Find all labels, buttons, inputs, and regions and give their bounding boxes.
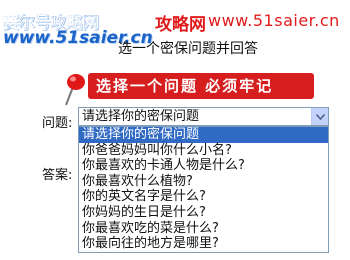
dropdown-option[interactable]: 你的英文名字是什么? xyxy=(79,189,328,205)
page-title: 选一个密保问题并回答 xyxy=(118,41,258,57)
dropdown-option[interactable]: 你妈妈的生日是什么? xyxy=(79,205,328,221)
site-name: 攻略网 xyxy=(155,15,206,35)
dropdown-option[interactable]: 你最向往的地方是哪里? xyxy=(79,236,328,252)
site-url: www.51saier.cn xyxy=(208,11,340,30)
chevron-down-icon[interactable] xyxy=(311,108,328,125)
callout-banner: 选择一个问题 必须牢记 xyxy=(88,73,314,99)
question-label: 问题: xyxy=(42,116,73,131)
dropdown-option[interactable]: 你最喜欢的卡通人物是什么? xyxy=(79,158,328,174)
dropdown-option[interactable]: 你最喜欢吃的菜是什么? xyxy=(79,221,328,237)
pushpin-icon xyxy=(65,74,85,106)
answer-label: 答案: xyxy=(42,168,73,183)
dropdown-option[interactable]: 请选择你的密保问题 xyxy=(79,127,328,143)
dropdown-list[interactable]: 请选择你的密保问题 你爸爸妈妈叫你什么小名? 你最喜欢的卡通人物是什么? 你最喜… xyxy=(78,126,329,253)
question-select[interactable]: 请选择你的密保问题 xyxy=(78,107,329,126)
dropdown-option[interactable]: 你最喜欢什么植物? xyxy=(79,174,328,190)
dropdown-option[interactable]: 你爸爸妈妈叫你什么小名? xyxy=(79,143,328,159)
select-value: 请选择你的密保问题 xyxy=(82,109,200,124)
